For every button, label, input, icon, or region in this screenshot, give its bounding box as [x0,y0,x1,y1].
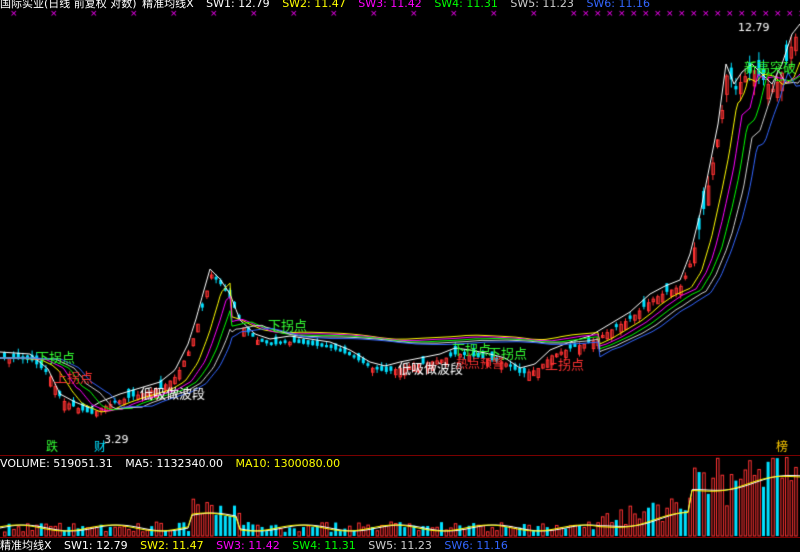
stock-title: 国际实业(日线 前复权 对数) [0,0,137,10]
indicator-header: 精准均线X SW1: 12.79 SW2: 11.47 SW3: 11.42 S… [0,539,517,552]
indicator-sw1: SW1: 12.79 [64,539,128,552]
sw5-value: SW5: 11.23 [510,0,574,10]
sw3-value: SW3: 11.42 [358,0,422,10]
sw2-value: SW2: 11.47 [282,0,346,10]
indicator-sw2: SW2: 11.47 [140,539,204,552]
volume-panel-divider [0,455,800,456]
sw1-value: SW1: 12.79 [206,0,270,10]
indicator-sw4: SW4: 11.31 [292,539,356,552]
indicator-sw6: SW6: 11.16 [444,539,508,552]
main-chart-header: 国际实业(日线 前复权 对数) 精准均线X SW1: 12.79 SW2: 11… [0,0,659,10]
sw6-value: SW6: 11.16 [586,0,650,10]
volume-ma10: MA10: 1300080.00 [235,457,341,470]
sw4-value: SW4: 11.31 [434,0,498,10]
indicator-name: 精准均线X [142,0,194,10]
volume-value: VOLUME: 519051.31 [0,457,113,470]
volume-ma5: MA5: 1132340.00 [125,457,223,470]
indicator-sw5: SW5: 11.23 [368,539,432,552]
indicator-sw3: SW3: 11.42 [216,539,280,552]
indicator-name-bottom: 精准均线X [0,539,52,552]
indicator-panel-divider [0,537,800,538]
volume-header: VOLUME: 519051.31 MA5: 1132340.00 MA10: … [0,457,349,470]
